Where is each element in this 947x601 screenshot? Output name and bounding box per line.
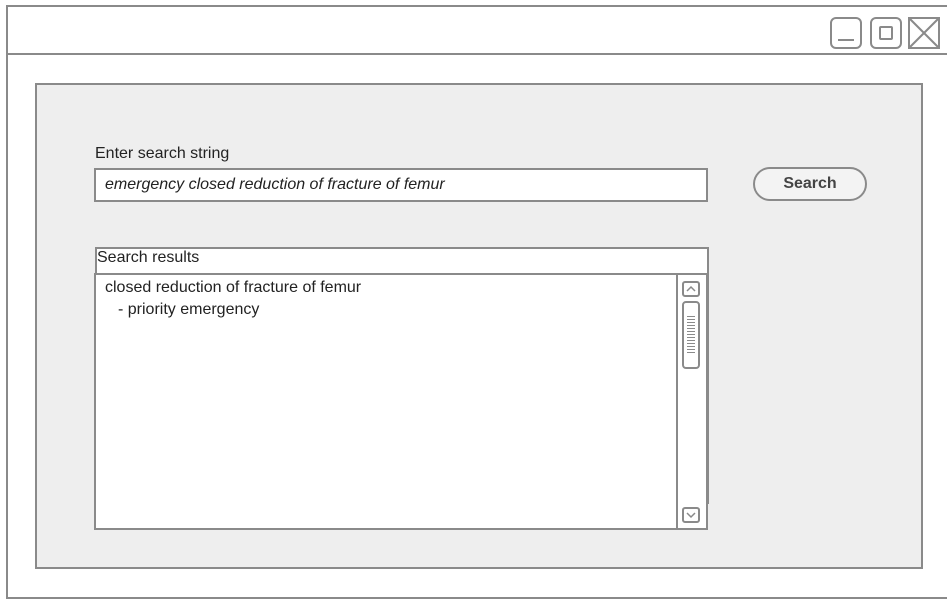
close-icon[interactable] xyxy=(908,17,940,49)
grip-icon xyxy=(687,316,695,354)
minimize-icon[interactable] xyxy=(830,17,862,49)
chevron-up-icon xyxy=(686,285,696,292)
title-bar xyxy=(8,7,947,55)
search-button[interactable]: Search xyxy=(753,167,867,201)
search-label: Enter search string xyxy=(95,145,230,162)
maximize-icon[interactable] xyxy=(870,17,902,49)
vertical-scrollbar[interactable] xyxy=(676,275,706,528)
scroll-up-button[interactable] xyxy=(682,281,700,297)
scroll-thumb[interactable] xyxy=(682,301,700,369)
list-item[interactable]: closed reduction of fracture of femur xyxy=(105,279,361,297)
search-panel: Enter search string emergency closed red… xyxy=(35,83,923,569)
search-input[interactable]: emergency closed reduction of fracture o… xyxy=(94,168,708,202)
results-list[interactable]: closed reduction of fracture of femur - … xyxy=(94,273,708,530)
app-window: Enter search string emergency closed red… xyxy=(6,5,947,599)
list-item[interactable]: - priority emergency xyxy=(118,301,259,319)
scroll-down-button[interactable] xyxy=(682,507,700,523)
chevron-down-icon xyxy=(686,512,696,519)
